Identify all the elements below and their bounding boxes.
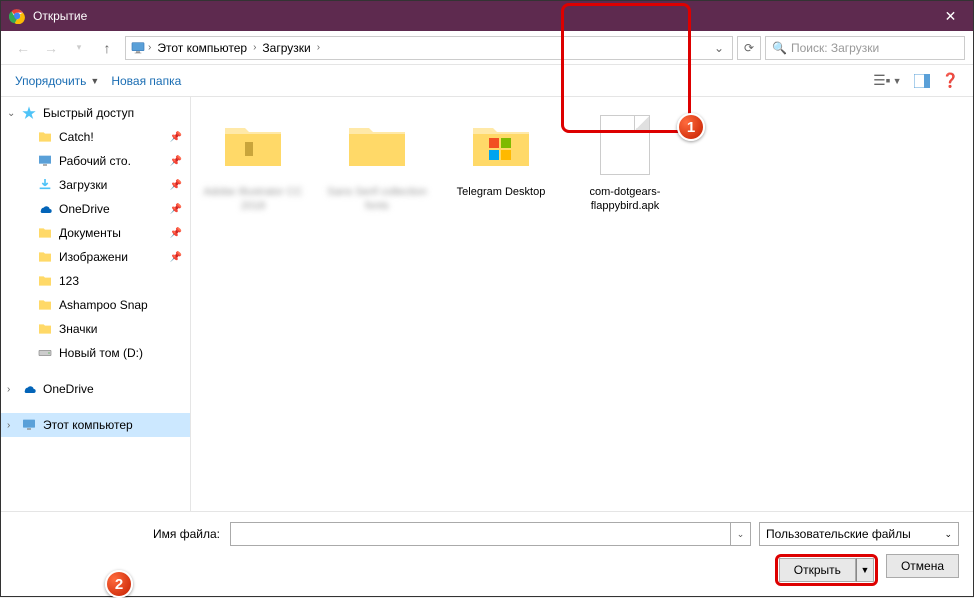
onedrive-icon bbox=[37, 201, 53, 217]
file-list[interactable]: Adobe Illustrator CC 2018 Sans Serif col… bbox=[191, 97, 973, 511]
sidebar-item[interactable]: OneDrive📌 bbox=[1, 197, 190, 221]
sidebar-item[interactable]: Новый том (D:) bbox=[1, 341, 190, 365]
refresh-button[interactable]: ⟳ bbox=[737, 36, 761, 60]
folder-icon bbox=[37, 129, 53, 145]
folder-icon bbox=[37, 273, 53, 289]
sidebar-item[interactable]: Загрузки📌 bbox=[1, 173, 190, 197]
pin-icon: 📌 bbox=[170, 180, 182, 191]
nav-bar: ← → ▾ ↑ › Этот компьютер › Загрузки › ⌄ … bbox=[1, 31, 973, 65]
help-button[interactable]: ❓ bbox=[936, 72, 965, 89]
breadcrumb-sep-icon: › bbox=[315, 42, 322, 53]
pin-icon: 📌 bbox=[170, 252, 182, 263]
breadcrumb[interactable]: › Этот компьютер › Загрузки › ⌄ bbox=[125, 36, 733, 60]
chevron-down-icon: ⌄ bbox=[944, 529, 952, 540]
folder-item[interactable]: Sans Serif collection fonts bbox=[327, 109, 427, 214]
folder-icon bbox=[341, 109, 413, 181]
filetype-select[interactable]: Пользовательские файлы ⌄ bbox=[759, 522, 959, 546]
cancel-button[interactable]: Отмена bbox=[886, 554, 959, 578]
onedrive-icon bbox=[21, 381, 37, 397]
recent-dropdown[interactable]: ▾ bbox=[65, 34, 93, 62]
window-title: Открытие bbox=[33, 9, 928, 23]
folder-icon bbox=[37, 321, 53, 337]
annotation-badge-1: 1 bbox=[677, 113, 705, 141]
annotation-badge-2: 2 bbox=[105, 570, 133, 598]
main-area: ⌄ Быстрый доступ Catch!📌 Рабочий сто.📌 З… bbox=[1, 97, 973, 511]
breadcrumb-sep-icon: › bbox=[146, 42, 153, 53]
toolbar: Упорядочить▼ Новая папка ☰▪▼ ❓ bbox=[1, 65, 973, 97]
breadcrumb-sep-icon: › bbox=[251, 42, 258, 53]
folder-icon bbox=[465, 109, 537, 181]
titlebar: Открытие ✕ bbox=[1, 1, 973, 31]
pin-icon: 📌 bbox=[170, 204, 182, 215]
star-icon bbox=[21, 105, 37, 121]
preview-pane-button[interactable] bbox=[908, 74, 936, 88]
folder-item[interactable]: Adobe Illustrator CC 2018 bbox=[203, 109, 303, 214]
sidebar-this-pc[interactable]: › Этот компьютер bbox=[1, 413, 190, 437]
sidebar-item[interactable]: Catch!📌 bbox=[1, 125, 190, 149]
bottom-panel: Имя файла: ⌄ Пользовательские файлы ⌄ От… bbox=[1, 511, 973, 596]
sidebar-quick-access[interactable]: ⌄ Быстрый доступ bbox=[1, 101, 190, 125]
folder-icon bbox=[37, 297, 53, 313]
sidebar-onedrive[interactable]: › OneDrive bbox=[1, 377, 190, 401]
pin-icon: 📌 bbox=[170, 132, 182, 143]
pin-icon: 📌 bbox=[170, 228, 182, 239]
filename-label: Имя файла: bbox=[15, 527, 230, 541]
pc-icon bbox=[130, 40, 146, 56]
chrome-icon bbox=[9, 8, 25, 24]
view-button[interactable]: ☰▪▼ bbox=[867, 72, 907, 89]
filename-dropdown[interactable]: ⌄ bbox=[731, 522, 751, 546]
filename-input[interactable] bbox=[230, 522, 731, 546]
file-dialog: Открытие ✕ ← → ▾ ↑ › Этот компьютер › За… bbox=[0, 0, 974, 597]
sidebar-item[interactable]: Рабочий сто.📌 bbox=[1, 149, 190, 173]
breadcrumb-item[interactable]: Загрузки bbox=[258, 41, 314, 55]
breadcrumb-item[interactable]: Этот компьютер bbox=[153, 41, 251, 55]
folder-item[interactable]: Telegram Desktop bbox=[451, 109, 551, 214]
sidebar-item[interactable]: Изображени📌 bbox=[1, 245, 190, 269]
download-icon bbox=[37, 177, 53, 193]
sidebar-item[interactable]: Документы📌 bbox=[1, 221, 190, 245]
sidebar-item[interactable]: Значки bbox=[1, 317, 190, 341]
close-button[interactable]: ✕ bbox=[928, 1, 973, 31]
sidebar-item[interactable]: Ashampoo Snap bbox=[1, 293, 190, 317]
folder-icon bbox=[37, 249, 53, 265]
pc-icon bbox=[21, 417, 37, 433]
back-button[interactable]: ← bbox=[9, 34, 37, 62]
search-placeholder: Поиск: Загрузки bbox=[791, 41, 879, 55]
caret-down-icon: ▼ bbox=[90, 76, 99, 86]
sidebar: ⌄ Быстрый доступ Catch!📌 Рабочий сто.📌 З… bbox=[1, 97, 191, 511]
sidebar-item[interactable]: 123 bbox=[1, 269, 190, 293]
desktop-icon bbox=[37, 153, 53, 169]
organize-button[interactable]: Упорядочить▼ bbox=[9, 70, 105, 92]
forward-button[interactable]: → bbox=[37, 34, 65, 62]
annotation-highlight-2: Открыть ▼ bbox=[775, 554, 878, 586]
folder-icon bbox=[217, 109, 289, 181]
file-item-apk[interactable]: com-dotgears-flappybird.apk bbox=[575, 109, 675, 214]
drive-icon bbox=[37, 345, 53, 361]
breadcrumb-dropdown-icon[interactable]: ⌄ bbox=[710, 41, 728, 55]
open-dropdown[interactable]: ▼ bbox=[856, 558, 874, 582]
up-button[interactable]: ↑ bbox=[93, 34, 121, 62]
folder-icon bbox=[37, 225, 53, 241]
file-icon bbox=[589, 109, 661, 181]
new-folder-button[interactable]: Новая папка bbox=[105, 70, 187, 92]
open-button[interactable]: Открыть ▼ bbox=[779, 558, 874, 582]
pin-icon: 📌 bbox=[170, 156, 182, 167]
search-input[interactable]: 🔍 Поиск: Загрузки bbox=[765, 36, 965, 60]
chevron-right-icon: › bbox=[7, 420, 10, 431]
search-icon: 🔍 bbox=[772, 41, 787, 55]
chevron-right-icon: › bbox=[7, 384, 10, 395]
chevron-down-icon: ⌄ bbox=[7, 108, 15, 119]
